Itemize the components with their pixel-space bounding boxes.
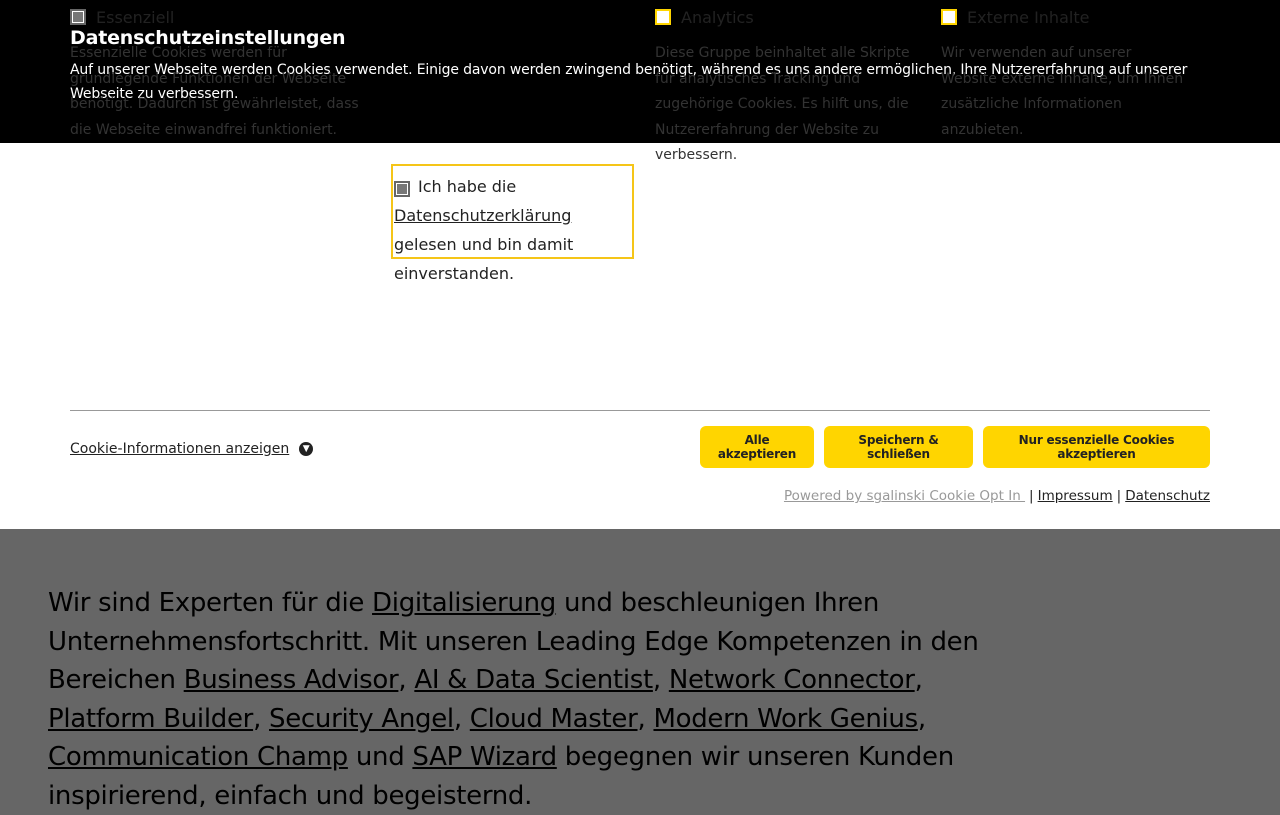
comma: , bbox=[652, 665, 669, 695]
powered-by-link[interactable]: Powered by sgalinski Cookie Opt In bbox=[784, 488, 1025, 504]
and-text: und bbox=[347, 742, 413, 772]
link-network-connector[interactable]: Network Connector bbox=[669, 665, 915, 695]
group-label-essential: Essenziell bbox=[96, 7, 175, 27]
cookie-info-label: Cookie-Informationen anzeigen bbox=[70, 441, 290, 457]
consent-suffix: gelesen und bin damit einverstanden. bbox=[394, 235, 574, 283]
comma: , bbox=[914, 665, 923, 695]
link-ai-data-scientist[interactable]: AI & Data Scientist bbox=[414, 665, 653, 695]
link-communication-champ[interactable]: Communication Champ bbox=[48, 742, 348, 772]
privacy-consent-checkbox[interactable] bbox=[394, 181, 410, 197]
group-text-essential: Essenzielle Cookies werden für grundlege… bbox=[70, 45, 359, 138]
save-close-button[interactable]: Speichern & schließen bbox=[824, 426, 973, 468]
link-platform-builder[interactable]: Platform Builder bbox=[48, 704, 253, 734]
page-intro-text: Wir sind Experten für die Digitalisierun… bbox=[48, 584, 1028, 815]
link-modern-work-genius[interactable]: Modern Work Genius bbox=[653, 704, 918, 734]
link-security-angel[interactable]: Security Angel bbox=[269, 704, 454, 734]
comma: , bbox=[253, 703, 270, 734]
group-label-external: Externe Inhalte bbox=[967, 7, 1090, 27]
accept-all-button[interactable]: Alle akzeptieren bbox=[700, 426, 814, 468]
link-digitalisierung[interactable]: Digitalisierung bbox=[372, 588, 556, 618]
accept-essential-button[interactable]: Nur essenzielle Cookies akzeptieren bbox=[983, 426, 1210, 468]
comma: , bbox=[637, 703, 654, 734]
comma: , bbox=[917, 703, 926, 734]
group-analytics: Analytics Diese Gruppe beinhaltet alle S… bbox=[655, 0, 917, 169]
group-text-external: Wir verwenden auf unserer Website extern… bbox=[941, 45, 1184, 138]
separator: | bbox=[1116, 488, 1122, 504]
banner-footer-links: Powered by sgalinski Cookie Opt In | Impr… bbox=[784, 488, 1210, 504]
comma: , bbox=[398, 665, 415, 695]
link-cloud-master[interactable]: Cloud Master bbox=[470, 704, 638, 734]
essential-checkbox[interactable] bbox=[70, 9, 86, 25]
group-label-analytics: Analytics bbox=[681, 7, 754, 27]
privacy-policy-link[interactable]: Datenschutzerklärung bbox=[394, 206, 571, 225]
link-business-advisor[interactable]: Business Advisor bbox=[184, 665, 399, 695]
group-external: Externe Inhalte Wir verwenden auf unsere… bbox=[941, 0, 1191, 143]
chevron-down-icon: ▼ bbox=[299, 442, 314, 456]
consent-prefix: Ich habe die bbox=[418, 177, 517, 196]
analytics-checkbox[interactable] bbox=[655, 9, 671, 25]
imprint-link[interactable]: Impressum bbox=[1038, 488, 1113, 504]
group-essential: Essenziell Essenzielle Cookies werden fü… bbox=[70, 0, 370, 143]
privacy-consent-checkbox-group[interactable]: Ich habe die Datenschutzerklärung gelese… bbox=[391, 164, 634, 283]
intro-text: Wir sind Experten für die bbox=[48, 588, 373, 618]
group-text-analytics: Diese Gruppe beinhaltet alle Skripte für… bbox=[655, 45, 910, 164]
privacy-link[interactable]: Datenschutz bbox=[1125, 488, 1210, 504]
cookie-banner: Datenschutzeinstellungen Auf unserer Web… bbox=[0, 0, 1280, 529]
cookie-info-toggle[interactable]: Cookie-Informationen anzeigen ▼ bbox=[70, 441, 314, 457]
comma: , bbox=[453, 703, 470, 734]
link-sap-wizard[interactable]: SAP Wizard bbox=[412, 742, 557, 772]
separator: | bbox=[1029, 488, 1034, 504]
divider bbox=[70, 410, 1210, 411]
external-content-checkbox[interactable] bbox=[941, 9, 957, 25]
